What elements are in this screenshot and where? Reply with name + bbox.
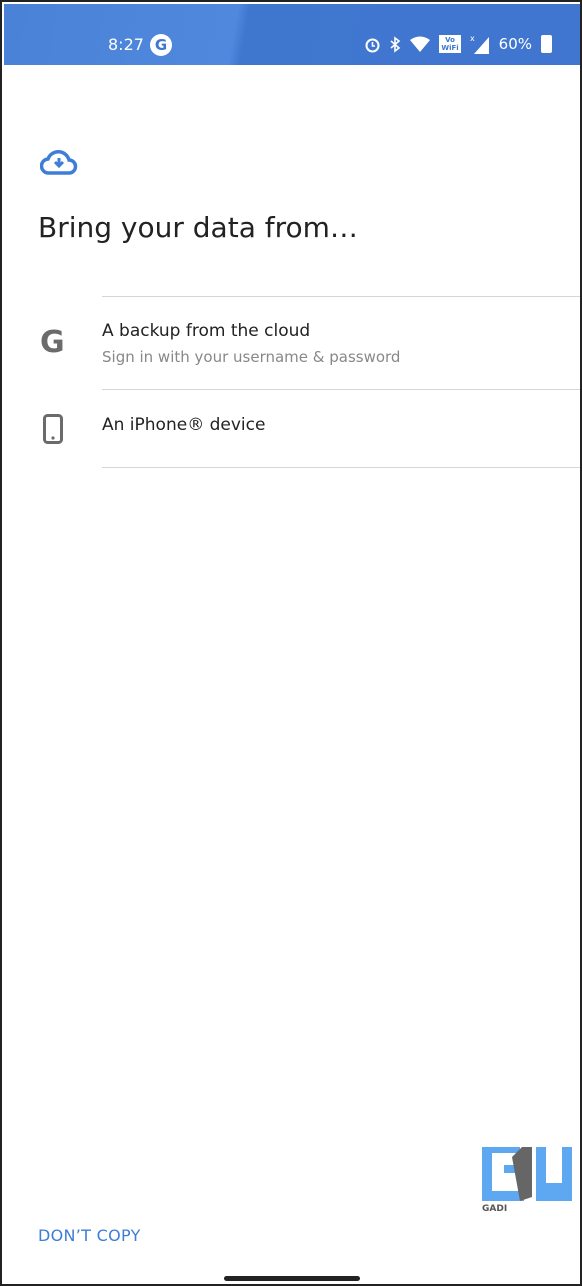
clock: 8:27 bbox=[108, 35, 144, 54]
signal-icon: x bbox=[470, 34, 489, 54]
option-title: A backup from the cloud bbox=[102, 321, 311, 341]
divider bbox=[102, 467, 580, 468]
status-bar: 8:27 G Vo WiFi x 60% bbox=[4, 4, 580, 65]
option-cloud-backup[interactable]: G A backup from the cloud Sign in with y… bbox=[2, 297, 580, 389]
google-notification-icon: G bbox=[150, 34, 172, 56]
alarm-icon bbox=[365, 38, 380, 52]
battery-percent: 60% bbox=[498, 35, 532, 53]
battery-icon bbox=[541, 35, 552, 53]
svg-text:x: x bbox=[470, 34, 475, 43]
google-icon: G bbox=[40, 325, 65, 360]
home-gesture-bar[interactable] bbox=[224, 1276, 360, 1281]
page-title: Bring your data from… bbox=[38, 211, 358, 244]
option-title: An iPhone® device bbox=[102, 415, 266, 435]
option-subtitle: Sign in with your username & password bbox=[102, 348, 401, 366]
vowifi-icon: Vo WiFi bbox=[439, 35, 461, 53]
watermark-logo: GADI bbox=[482, 1147, 574, 1217]
wifi-icon bbox=[410, 36, 431, 52]
option-iphone-device[interactable]: An iPhone® device bbox=[2, 390, 580, 467]
cloud-download-icon bbox=[40, 150, 78, 175]
svg-text:GADI: GADI bbox=[482, 1204, 507, 1213]
phone-icon bbox=[43, 414, 63, 444]
bluetooth-icon bbox=[390, 35, 401, 53]
dont-copy-button[interactable]: DON’T COPY bbox=[38, 1226, 141, 1245]
